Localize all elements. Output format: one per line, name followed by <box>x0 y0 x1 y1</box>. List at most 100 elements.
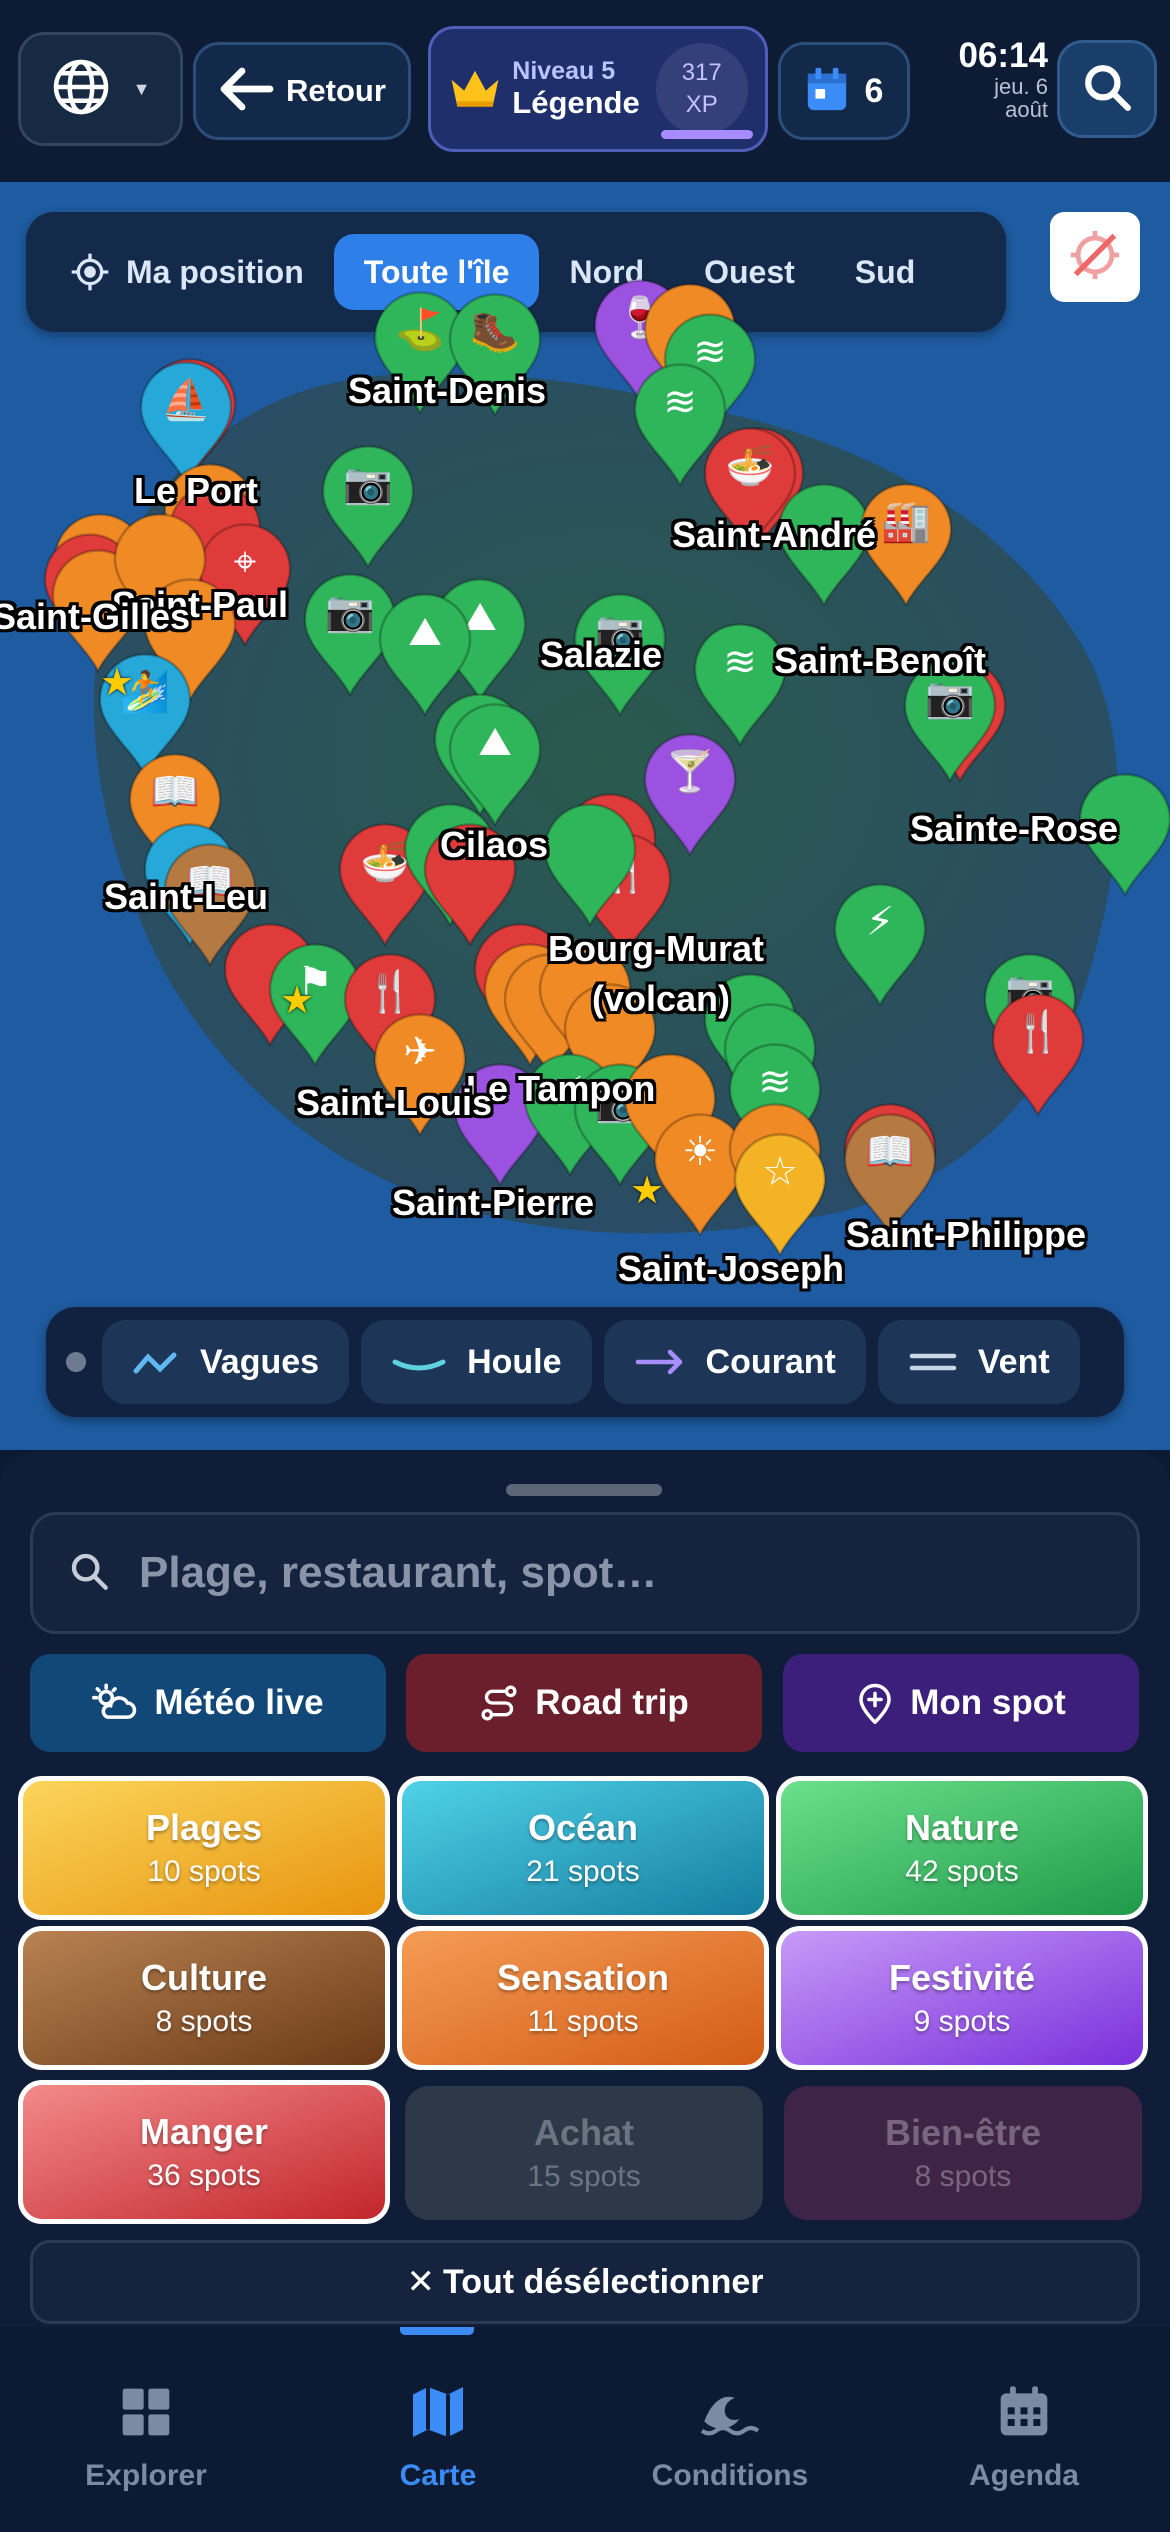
tab-conditions[interactable]: Conditions <box>620 2381 840 2493</box>
city-label: Le Tampon <box>466 1068 656 1109</box>
top-bar: ▼ Retour Niveau 5 Légende 317 XP 6 06:14… <box>0 0 1170 182</box>
map-view[interactable]: Ma position Toute l'île Nord Ouest Sud ⛳… <box>0 182 1170 1450</box>
region-tab-south[interactable]: Sud <box>825 234 945 310</box>
category-festivity[interactable]: Festivité 9 spots <box>776 1926 1148 2070</box>
category-name: Festivité <box>888 1957 1036 1998</box>
layer-chip-wind[interactable]: Vent <box>877 1320 1080 1404</box>
map-pin[interactable] <box>540 802 640 927</box>
favorite-star-icon: ★ <box>100 662 135 704</box>
compass-button[interactable] <box>1050 212 1140 302</box>
city-label: Saint-Joseph <box>618 1248 845 1289</box>
pin-glyph: ⚡ <box>865 900 895 944</box>
viewpoint-pin[interactable]: 📷 <box>318 444 418 569</box>
pin-glyph: ⛰ <box>478 720 512 764</box>
layer-label: Vent <box>977 1342 1050 1381</box>
action-label: Road trip <box>535 1683 689 1722</box>
category-count: 9 spots <box>913 2005 1011 2038</box>
tab-map[interactable]: Carte <box>328 2381 548 2493</box>
language-button[interactable]: ▼ <box>18 32 183 146</box>
layer-chip-swell[interactable]: Houle <box>361 1320 592 1404</box>
category-shopping[interactable]: Achat 15 spots <box>405 2086 763 2220</box>
search-icon <box>1082 62 1132 117</box>
tab-label: Conditions <box>651 2459 809 2492</box>
category-name: Sensation <box>496 1957 670 1998</box>
pin-glyph: ≋ <box>663 380 697 424</box>
back-label: Retour <box>286 73 386 108</box>
pin-glyph: ☆ <box>762 1150 798 1194</box>
xp-progress-bar <box>661 130 753 139</box>
region-tab-my-position[interactable]: Ma position <box>40 234 334 310</box>
category-nature[interactable]: Nature 42 spots <box>776 1776 1148 1920</box>
pin-plus-icon <box>856 1682 894 1724</box>
category-count: 10 spots <box>147 1855 261 1888</box>
xp-value: 317 <box>681 58 722 86</box>
tab-explorer[interactable]: Explorer <box>36 2381 256 2493</box>
tab-label: Explorer <box>85 2459 207 2492</box>
weather-live-button[interactable]: Météo live <box>30 1654 386 1752</box>
layer-toggle-dot[interactable] <box>66 1352 86 1372</box>
pin-glyph: 🍸 <box>665 750 715 794</box>
favorite-pin[interactable]: ☆ <box>730 1132 830 1257</box>
bottom-sheet: Météo live Road trip Mon spot Plages 10 … <box>0 1452 1170 2327</box>
category-food[interactable]: Manger 36 spots <box>18 2080 390 2224</box>
my-spot-button[interactable]: Mon spot <box>783 1654 1139 1752</box>
swell-icon <box>391 1350 447 1374</box>
xp-unit: XP <box>685 91 718 118</box>
city-label: Saint-Benoît <box>774 640 986 681</box>
calendar-icon <box>805 66 849 117</box>
region-tab-label: Sud <box>854 253 916 290</box>
pin-glyph: 🍴 <box>1013 1010 1063 1054</box>
city-label: Le Port <box>134 470 259 511</box>
search-icon <box>69 1551 109 1596</box>
category-name: Manger <box>139 2111 269 2152</box>
category-name: Bien-être <box>884 2112 1042 2153</box>
pin-glyph: 📷 <box>343 462 393 506</box>
road-trip-button[interactable]: Road trip <box>406 1654 762 1752</box>
deselect-all-button[interactable]: ✕ Tout désélectionner <box>30 2240 1140 2324</box>
category-beaches[interactable]: Plages 10 spots <box>18 1776 390 1920</box>
pin-glyph: 🍜 <box>725 444 775 488</box>
category-name: Achat <box>533 2112 635 2153</box>
level-title: Légende <box>512 84 640 120</box>
pin-glyph: 📖 <box>150 770 200 814</box>
tab-agenda[interactable]: Agenda <box>914 2381 1134 2493</box>
city-label: Saint-Leu <box>104 876 269 917</box>
agenda-button[interactable]: 6 <box>778 42 910 140</box>
chevron-down-icon: ▼ <box>132 78 151 99</box>
region-tab-label: Ma position <box>126 253 304 290</box>
close-icon: ✕ <box>406 2263 435 2301</box>
calendar-icon <box>996 2381 1052 2443</box>
category-count: 8 spots <box>155 2005 253 2038</box>
spot-search-input[interactable] <box>139 1548 1039 1598</box>
city-label: Saint-Philippe <box>846 1214 1087 1255</box>
category-wellness[interactable]: Bien-être 8 spots <box>784 2086 1142 2220</box>
level-label: Niveau 5 <box>512 57 616 86</box>
search-button[interactable] <box>1057 40 1157 138</box>
pin-glyph: ⛵ <box>161 378 211 422</box>
xp-counter: 317 XP <box>655 43 748 135</box>
category-name: Nature <box>904 1807 1020 1848</box>
map-layer-bar: Vagues Houle Courant Vent <box>46 1307 1124 1417</box>
restaurant-pin[interactable]: 🍴 <box>988 992 1088 1117</box>
action-label: Mon spot <box>910 1683 1066 1722</box>
layer-chip-current[interactable]: Courant <box>603 1320 866 1404</box>
spot-search-field[interactable] <box>30 1512 1140 1634</box>
agenda-count: 6 <box>864 71 884 110</box>
level-badge[interactable]: Niveau 5 Légende 317 XP <box>428 26 768 152</box>
layer-label: Vagues <box>200 1342 320 1381</box>
category-culture[interactable]: Culture 8 spots <box>18 1926 390 2070</box>
back-button[interactable]: Retour <box>193 42 411 140</box>
city-label: Bourg-Murat <box>548 928 764 969</box>
category-name: Océan <box>527 1807 639 1848</box>
category-count: 21 spots <box>526 1855 640 1888</box>
category-sensation[interactable]: Sensation 11 spots <box>397 1926 769 2070</box>
layer-chip-waves[interactable]: Vagues <box>102 1320 350 1404</box>
category-ocean[interactable]: Océan 21 spots <box>397 1776 769 1920</box>
pin-glyph: ⌖ <box>233 540 257 584</box>
sensation-pin[interactable]: ⚡ <box>830 882 930 1007</box>
wave-icon <box>132 1347 180 1377</box>
map-icon <box>408 2381 468 2443</box>
sheet-drag-handle[interactable] <box>506 1484 662 1496</box>
action-label: Météo live <box>154 1683 324 1722</box>
city-label: (volcan) <box>592 978 731 1019</box>
